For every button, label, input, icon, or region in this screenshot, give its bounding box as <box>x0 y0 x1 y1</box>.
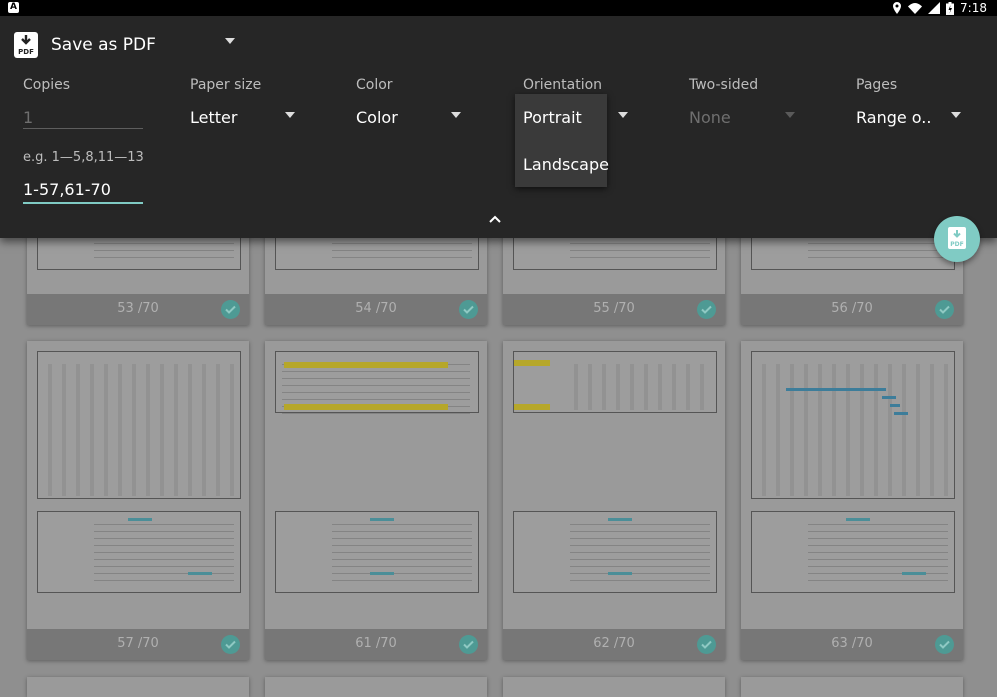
page-legend-thumbnail <box>513 511 717 593</box>
wifi-icon <box>908 2 923 14</box>
page-thumbnail <box>751 351 955 499</box>
page-thumbnail <box>37 351 241 499</box>
page-range-input[interactable]: 1-57,61-70 <box>23 180 111 199</box>
clock: 7:18 <box>960 1 987 15</box>
orientation-menu: Portrait Landscape <box>515 94 609 187</box>
page-footer: 56 /70 <box>741 294 963 325</box>
status-bar: A 7:18 <box>0 0 997 16</box>
notification-app-icon: A <box>8 2 19 13</box>
page-preview[interactable] <box>503 677 725 697</box>
check-icon[interactable] <box>935 635 954 654</box>
page-legend-thumbnail <box>751 511 955 593</box>
page-number: 56 /70 <box>831 301 873 316</box>
page-number: 54 /70 <box>355 301 397 316</box>
page-footer: 61 /70 <box>265 629 487 660</box>
chevron-down-icon[interactable] <box>617 112 629 118</box>
save-pdf-button[interactable]: PDF <box>934 216 980 262</box>
check-icon[interactable] <box>697 300 716 319</box>
page-footer: 55 /70 <box>503 294 725 325</box>
menu-item-landscape[interactable]: Landscape <box>523 155 609 174</box>
page-thumbnail <box>513 351 717 413</box>
range-hint: e.g. 1—5,8,11—13 <box>23 150 144 165</box>
chevron-up-icon[interactable] <box>488 214 502 223</box>
page-number: 53 /70 <box>117 301 159 316</box>
signal-icon <box>928 2 941 14</box>
pdf-download-icon: PDF <box>948 227 966 249</box>
status-icons: 7:18 <box>892 0 987 16</box>
page-preview[interactable] <box>265 677 487 697</box>
page-preview[interactable]: 57 /70 <box>27 341 249 660</box>
page-range-underline <box>23 202 143 204</box>
copies-underline <box>23 128 143 129</box>
page-footer: 57 /70 <box>27 629 249 660</box>
copies-input[interactable]: 1 <box>23 108 33 127</box>
page-preview[interactable] <box>741 677 963 697</box>
check-icon[interactable] <box>935 300 954 319</box>
chevron-down-icon[interactable] <box>950 112 962 118</box>
color-select[interactable]: Color <box>356 108 398 127</box>
two-sided-select: None <box>689 108 731 127</box>
page-number: 61 /70 <box>355 636 397 651</box>
chevron-down-icon <box>785 112 795 118</box>
check-icon[interactable] <box>459 635 478 654</box>
svg-text:PDF: PDF <box>18 48 34 56</box>
two-sided-label: Two-sided <box>689 77 759 93</box>
pages-select[interactable]: Range o.. <box>856 108 931 127</box>
paper-size-select[interactable]: Letter <box>190 108 237 127</box>
svg-text:PDF: PDF <box>950 241 963 248</box>
check-icon[interactable] <box>221 635 240 654</box>
page-number: 55 /70 <box>593 301 635 316</box>
page-legend-thumbnail <box>275 511 479 593</box>
chevron-down-icon[interactable] <box>224 38 236 44</box>
page-preview[interactable] <box>27 677 249 697</box>
page-preview[interactable]: 63 /70 <box>741 341 963 660</box>
page-thumbnail <box>275 351 479 416</box>
menu-item-portrait[interactable]: Portrait <box>523 108 582 127</box>
check-icon[interactable] <box>459 300 478 319</box>
color-label: Color <box>356 77 393 93</box>
page-number: 62 /70 <box>593 636 635 651</box>
print-options-panel: PDF Save as PDF Copies 1 Paper size Lett… <box>0 16 997 238</box>
pdf-icon: PDF <box>14 32 38 58</box>
check-icon[interactable] <box>697 635 716 654</box>
page-legend-thumbnail <box>37 511 241 593</box>
chevron-down-icon[interactable] <box>284 112 296 118</box>
destination-selector[interactable]: Save as PDF <box>51 35 156 55</box>
page-footer: 54 /70 <box>265 294 487 325</box>
pages-label: Pages <box>856 77 898 93</box>
page-footer: 53 /70 <box>27 294 249 325</box>
location-icon <box>893 2 902 14</box>
copies-label: Copies <box>23 77 71 93</box>
paper-size-label: Paper size <box>190 77 262 93</box>
page-number: 63 /70 <box>831 636 873 651</box>
page-number: 57 /70 <box>117 636 159 651</box>
page-footer: 63 /70 <box>741 629 963 660</box>
check-icon[interactable] <box>221 300 240 319</box>
orientation-label: Orientation <box>523 77 603 93</box>
page-footer: 62 /70 <box>503 629 725 660</box>
chevron-down-icon[interactable] <box>450 112 462 118</box>
page-preview[interactable]: 61 /70 <box>265 341 487 660</box>
page-preview[interactable]: 62 /70 <box>503 341 725 660</box>
battery-icon <box>946 1 955 15</box>
